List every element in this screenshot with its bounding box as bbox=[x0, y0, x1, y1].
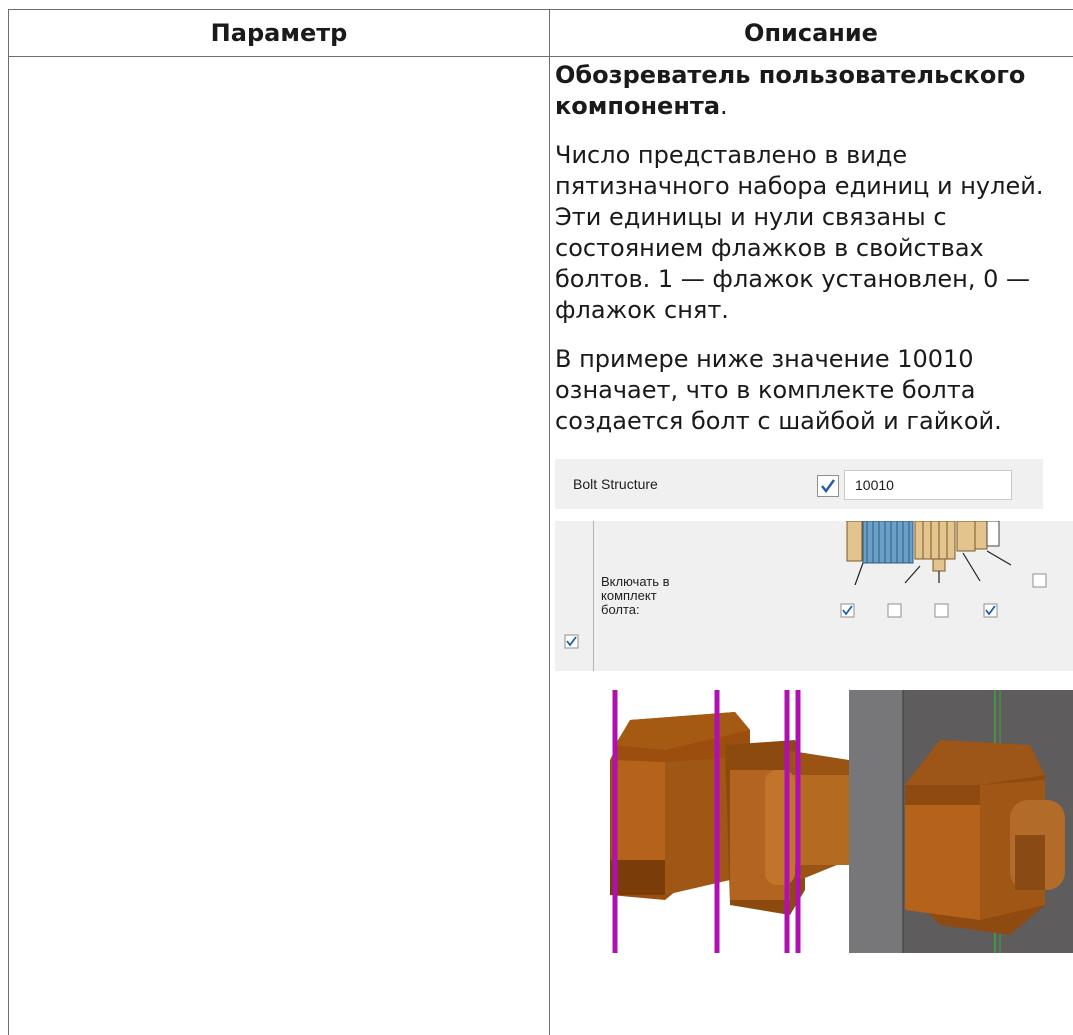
include-in-assembly-panel: Включать в комплект болта: bbox=[555, 521, 1073, 671]
description-title: Обозреватель пользовательского компонент… bbox=[555, 60, 1073, 122]
parameter-column: Параметр bbox=[8, 10, 550, 1035]
bolt-structure-checkbox[interactable] bbox=[817, 475, 839, 497]
checkmark-icon bbox=[821, 479, 835, 493]
extra-checkbox[interactable] bbox=[1032, 573, 1047, 588]
description-cell: Обозреватель пользовательского компонент… bbox=[549, 60, 1073, 957]
parameter-table: Параметр Описание Обозреватель пользоват… bbox=[8, 9, 1073, 1035]
washer1-checkbox[interactable] bbox=[887, 603, 902, 618]
header-description: Описание bbox=[549, 10, 1073, 57]
bolt-3d-render bbox=[605, 690, 1073, 953]
bolt-structure-value-input[interactable]: 10010 bbox=[844, 470, 1012, 500]
bolt-structure-field: Bolt Structure 10010 bbox=[555, 459, 1043, 509]
header-parameter: Параметр bbox=[9, 10, 549, 57]
description-paragraph-2: В примере ниже значение 10010 означает, … bbox=[555, 345, 1002, 435]
washer2-checkbox[interactable] bbox=[934, 603, 949, 618]
description-column: Описание Обозреватель пользовательского … bbox=[549, 10, 1073, 1035]
bolt-structure-label: Bolt Structure bbox=[573, 476, 658, 492]
description-title-period: . bbox=[720, 92, 728, 120]
description-title-text: Обозреватель пользовательского компонент… bbox=[555, 61, 1026, 120]
include-label: Включать в комплект болта: bbox=[601, 574, 670, 617]
description-paragraph-1: Число представлено в виде пятизначного н… bbox=[555, 141, 1044, 324]
